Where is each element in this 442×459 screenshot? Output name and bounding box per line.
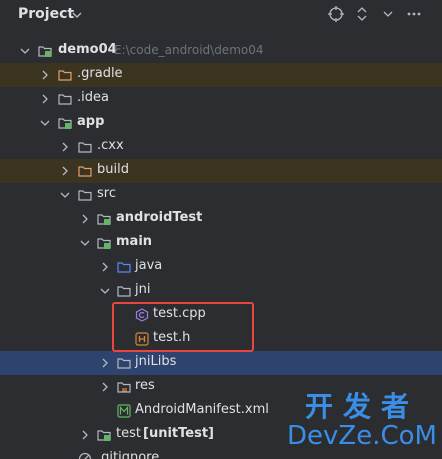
tree-row-androidtest[interactable]: androidTest — [0, 207, 442, 231]
annotation-highlight-box — [112, 302, 254, 352]
module-folder-icon — [97, 238, 111, 249]
tree-row-jni[interactable]: jni — [0, 279, 442, 303]
watermark-title: 开发者 — [304, 390, 419, 423]
module-folder-icon — [97, 214, 111, 225]
tree-item-label: .gradle — [77, 66, 123, 81]
tree-row-jnilibs[interactable]: jniLibs — [0, 351, 442, 375]
chevron-right-icon[interactable] — [40, 94, 50, 104]
folder-icon — [78, 190, 92, 201]
tool-window-header: Project — [0, 0, 442, 30]
tree-item-label: test — [116, 426, 141, 441]
tree-item-label: build — [97, 162, 129, 177]
tree-row-java[interactable]: java — [0, 255, 442, 279]
folder-icon — [117, 286, 131, 297]
source-folder-icon — [117, 262, 131, 273]
tree-row-gradle[interactable]: .gradle — [0, 63, 442, 87]
folder-icon — [58, 70, 72, 81]
tree-item-label: jni — [135, 282, 151, 297]
resource-folder-icon — [117, 382, 131, 393]
tree-row-build[interactable]: build — [0, 159, 442, 183]
tree-row-src[interactable]: src — [0, 183, 442, 207]
tree-item-label: jniLibs — [135, 354, 177, 369]
chevron-down-icon[interactable] — [80, 238, 90, 248]
ignore-file-icon — [78, 452, 92, 459]
module-folder-icon — [97, 430, 111, 441]
tree-item-label: src — [97, 186, 116, 201]
manifest-file-icon — [117, 404, 131, 418]
chevron-right-icon[interactable] — [100, 262, 110, 272]
chevron-right-icon[interactable] — [40, 70, 50, 80]
tree-item-label: .idea — [77, 90, 109, 105]
tree-item-label: app — [77, 114, 105, 129]
tree-item-label: java — [135, 258, 163, 273]
chevron-right-icon[interactable] — [60, 166, 70, 176]
more-icon[interactable] — [406, 6, 422, 22]
chevron-down-icon[interactable] — [72, 10, 82, 20]
module-folder-icon — [38, 46, 52, 57]
chevron-right-icon[interactable] — [100, 382, 110, 392]
chevron-right-icon[interactable] — [100, 358, 110, 368]
chevron-down-icon[interactable] — [20, 46, 30, 56]
tree-item-label: res — [135, 378, 155, 393]
watermark: 开发者 DevZe.CoM — [284, 390, 440, 451]
chevron-right-icon[interactable] — [80, 214, 90, 224]
project-tool-window: Project demo04 E:\code_android\demo04 .g… — [0, 0, 442, 459]
tree-item-label: AndroidManifest.xml — [135, 402, 269, 417]
tree-item-label: .cxx — [97, 138, 124, 153]
chevron-down-icon[interactable] — [100, 286, 110, 296]
folder-icon — [117, 358, 131, 369]
module-folder-icon — [58, 118, 72, 129]
expand-collapse-icon[interactable] — [354, 6, 370, 22]
tree-row-idea[interactable]: .idea — [0, 87, 442, 111]
project-name: demo04 — [58, 42, 117, 57]
chevron-right-icon[interactable] — [60, 142, 70, 152]
chevron-down-icon[interactable] — [40, 118, 50, 128]
tree-row-app[interactable]: app — [0, 111, 442, 135]
tool-window-title[interactable]: Project — [18, 6, 74, 22]
tree-row-cxx[interactable]: .cxx — [0, 135, 442, 159]
folder-icon — [58, 94, 72, 105]
tree-item-label: main — [116, 234, 153, 249]
close-icon[interactable] — [380, 6, 396, 22]
tree-item-label: androidTest — [116, 210, 203, 225]
watermark-domain: DevZe.CoM — [287, 421, 437, 451]
crosshair-icon[interactable] — [328, 6, 344, 22]
tree-row-main[interactable]: main — [0, 231, 442, 255]
tree-item-label: .gitignore — [97, 450, 160, 459]
tree-item-suffix: [unitTest] — [143, 426, 214, 441]
folder-icon — [78, 166, 92, 177]
chevron-down-icon[interactable] — [60, 190, 70, 200]
chevron-right-icon[interactable] — [80, 430, 90, 440]
tree-row-project[interactable]: demo04 E:\code_android\demo04 — [0, 39, 442, 63]
project-path: E:\code_android\demo04 — [114, 43, 264, 57]
folder-icon — [78, 142, 92, 153]
